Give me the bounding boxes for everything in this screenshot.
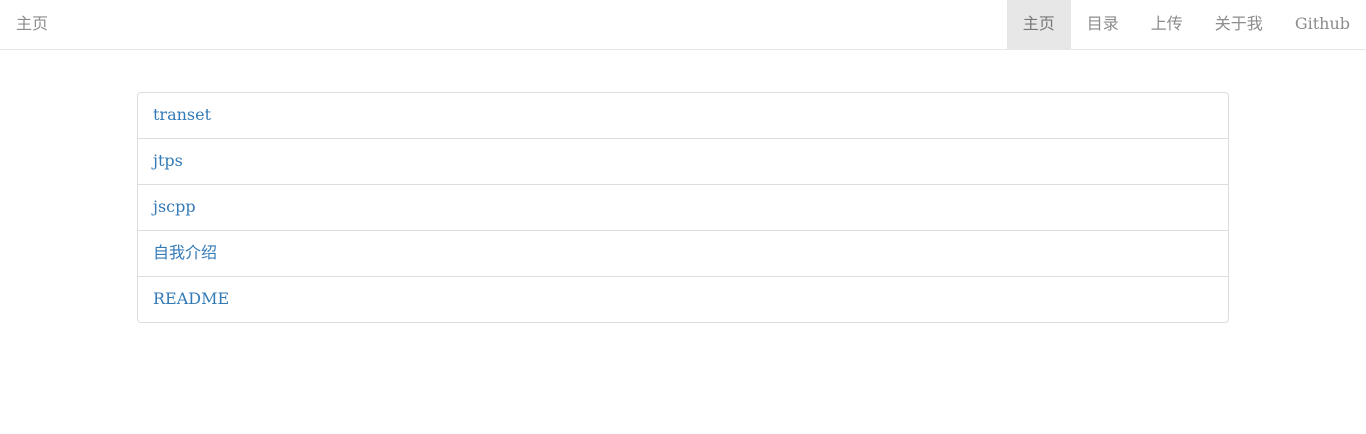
list-item-jtps[interactable]: jtps — [138, 139, 1228, 185]
navbar-menu: 主页 目录 上传 关于我 Github — [1006, 0, 1366, 49]
list-item-self-intro[interactable]: 自我介绍 — [138, 231, 1228, 277]
article-list: transet jtps jscpp 自我介绍 README — [137, 92, 1229, 323]
nav-item-about[interactable]: 关于我 — [1199, 0, 1279, 49]
nav-item-upload[interactable]: 上传 — [1135, 0, 1199, 49]
list-item-transet[interactable]: transet — [138, 93, 1228, 139]
navbar-brand-link[interactable]: 主页 — [16, 0, 48, 49]
nav-item-github[interactable]: Github — [1279, 0, 1366, 49]
nav-item-home[interactable]: 主页 — [1006, 0, 1071, 49]
list-item-jscpp[interactable]: jscpp — [138, 185, 1228, 231]
top-navbar: 主页 主页 目录 上传 关于我 Github — [0, 0, 1366, 50]
nav-item-catalog[interactable]: 目录 — [1071, 0, 1135, 49]
list-item-readme[interactable]: README — [138, 277, 1228, 322]
